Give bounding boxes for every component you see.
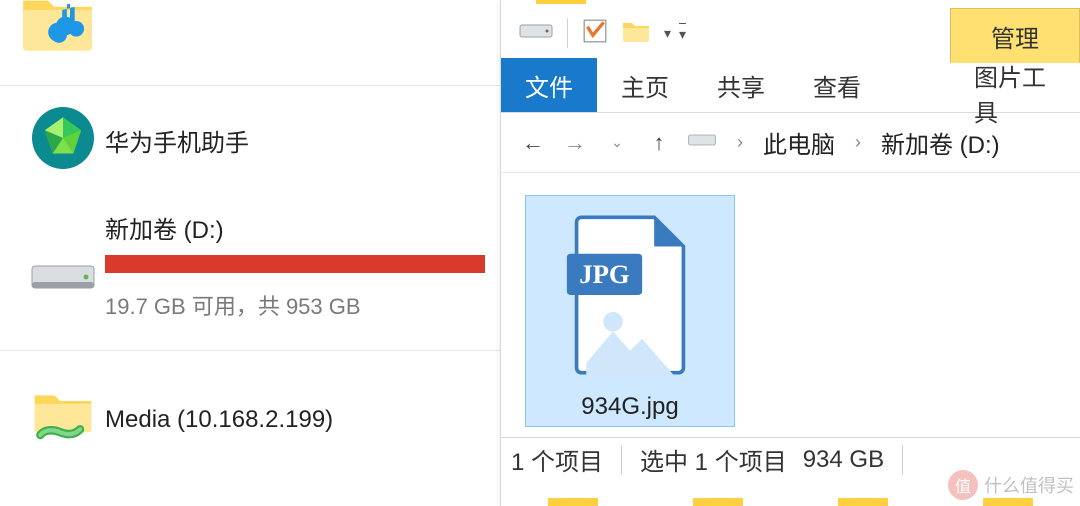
ribbon-tab-home[interactable]: 主页 [597, 58, 693, 112]
ribbon-tab-picture-tools[interactable]: 图片工具 [950, 58, 1080, 128]
divider [621, 445, 622, 475]
music-folder-icon[interactable] [20, 0, 95, 60]
drive-storage-text: 19.7 GB 可用，共 953 GB [105, 289, 510, 321]
ribbon-tab-view[interactable]: 查看 [789, 58, 885, 112]
chevron-right-icon[interactable]: › [855, 132, 861, 153]
nav-back-button[interactable]: ← [519, 130, 547, 156]
nav-item-network-media[interactable]: Media (10.168.2.199) [0, 375, 510, 465]
tab-label: 共享 [717, 68, 765, 103]
status-item-count: 1 个项目 [511, 442, 603, 477]
breadcrumb-drive[interactable]: 新加卷 (D:) [881, 125, 1000, 160]
watermark: 值 什么值得买 [948, 470, 1074, 500]
nav-label-drive: 新加卷 (D:) [105, 210, 510, 245]
jpg-file-icon: JPG [555, 210, 705, 385]
qat-overflow-icon[interactable]: ▾ [664, 25, 671, 42]
divider [902, 445, 903, 475]
hard-drive-icon [28, 248, 98, 303]
ribbon-tab-file[interactable]: 文件 [501, 58, 597, 112]
status-selection-size: 934 GB [803, 446, 884, 474]
nav-label-hisuite: 华为手机助手 [105, 123, 510, 158]
breadcrumb-this-pc[interactable]: 此电脑 [763, 125, 835, 160]
nav-item-hisuite[interactable]: 华为手机助手 [0, 100, 510, 180]
status-selection-count: 选中 1 个项目 [640, 442, 787, 477]
folder-icon[interactable] [622, 19, 650, 48]
ribbon-tab-share[interactable]: 共享 [693, 58, 789, 112]
chevron-right-icon[interactable]: › [737, 132, 743, 153]
nav-up-button[interactable]: ↑ [645, 130, 673, 156]
qat-dropdown-icon[interactable]: ▾ [679, 23, 686, 43]
nav-forward-button[interactable]: → [561, 130, 589, 156]
storage-usage-bar [105, 255, 485, 273]
explorer-window: ▾ ▾ 管理 文件 主页 共享 查看 图片工具 ← → ⌄ ↑ › 此电脑 › … [500, 0, 1080, 506]
file-list-area[interactable]: JPG 934G.jpg [501, 173, 1080, 437]
quick-access-toolbar: ▾ ▾ 管理 [501, 8, 1080, 58]
properties-icon[interactable] [582, 18, 608, 49]
navigation-pane: 华为手机助手 新加卷 (D:) 19.7 GB 可用，共 953 GB [0, 0, 510, 506]
manage-tab-label: 管理 [991, 19, 1039, 54]
nav-label-media: Media (10.168.2.199) [105, 406, 510, 434]
divider [567, 18, 568, 48]
hard-drive-icon [519, 19, 553, 48]
ribbon-tabs: 文件 主页 共享 查看 图片工具 [501, 58, 1080, 113]
network-folder-icon [29, 384, 97, 457]
hisuite-icon [32, 107, 94, 174]
nav-recent-dropdown[interactable]: ⌄ [603, 134, 631, 151]
tab-label: 查看 [813, 68, 861, 103]
hard-drive-icon [687, 130, 717, 155]
tab-label: 主页 [621, 68, 669, 103]
ribbon-context-tab-manage[interactable]: 管理 [950, 8, 1080, 63]
tab-label: 图片工具 [974, 58, 1056, 128]
divider [0, 350, 510, 351]
file-item-selected[interactable]: JPG 934G.jpg [525, 195, 735, 427]
file-name-label: 934G.jpg [581, 393, 678, 421]
watermark-badge: 值 [948, 470, 978, 500]
watermark-text: 什么值得买 [984, 472, 1074, 498]
nav-item-drive-d[interactable]: 新加卷 (D:) 19.7 GB 可用，共 953 GB [0, 210, 510, 340]
tab-label: 文件 [525, 68, 573, 103]
window-top-edge [501, 0, 1080, 8]
divider [0, 85, 510, 86]
svg-text:JPG: JPG [579, 259, 630, 289]
